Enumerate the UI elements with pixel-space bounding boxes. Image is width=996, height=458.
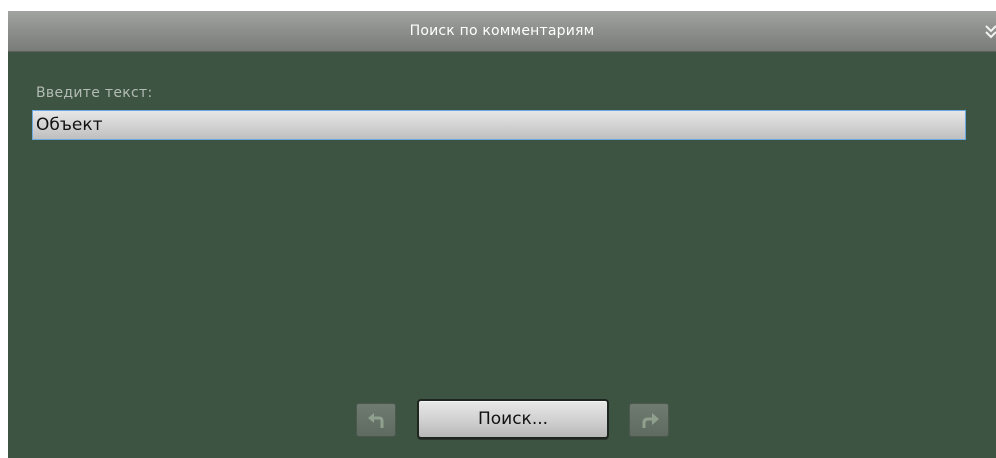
previous-result-button[interactable]	[356, 403, 396, 437]
arrow-back-icon	[368, 413, 384, 428]
window-title: Поиск по комментариям	[409, 23, 595, 39]
chevron-double-down-icon[interactable]	[984, 24, 996, 40]
arrow-forward-icon	[642, 413, 659, 428]
search-input[interactable]	[32, 110, 966, 140]
comment-search-window: Поиск по комментариям Введите текст: Пои…	[8, 11, 996, 458]
search-button[interactable]: Поиск...	[417, 399, 609, 439]
search-prompt-label: Введите текст:	[36, 85, 153, 101]
next-result-button[interactable]	[629, 403, 669, 437]
title-bar: Поиск по комментариям	[8, 11, 996, 52]
